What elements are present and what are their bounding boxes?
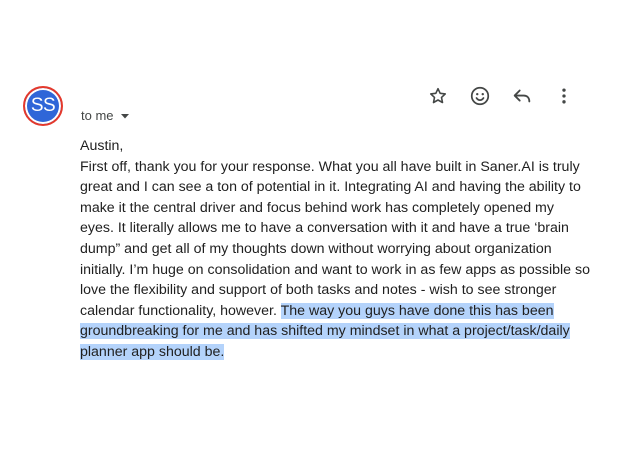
caret-down-icon <box>120 111 130 121</box>
sender-avatar[interactable]: SS <box>23 86 63 126</box>
message-greeting: Austin, <box>80 138 124 154</box>
recipient-label: to me <box>81 108 114 123</box>
message-actions <box>426 84 576 108</box>
reply-button[interactable] <box>510 84 534 108</box>
recipient-details-toggle[interactable]: to me <box>81 108 130 123</box>
emoji-reaction-icon <box>470 86 490 106</box>
more-options-button[interactable] <box>552 84 576 108</box>
more-options-icon <box>562 88 566 104</box>
message-text: First off, thank you for your response. … <box>80 158 590 319</box>
star-icon <box>429 87 447 104</box>
message-body: Austin, First off, thank you for your re… <box>80 136 590 363</box>
star-button[interactable] <box>426 84 450 108</box>
avatar-initials: SS <box>30 95 56 116</box>
add-reaction-button[interactable] <box>468 84 492 108</box>
reply-icon <box>513 89 531 103</box>
message-paragraph: First off, thank you for your response. … <box>80 157 590 363</box>
